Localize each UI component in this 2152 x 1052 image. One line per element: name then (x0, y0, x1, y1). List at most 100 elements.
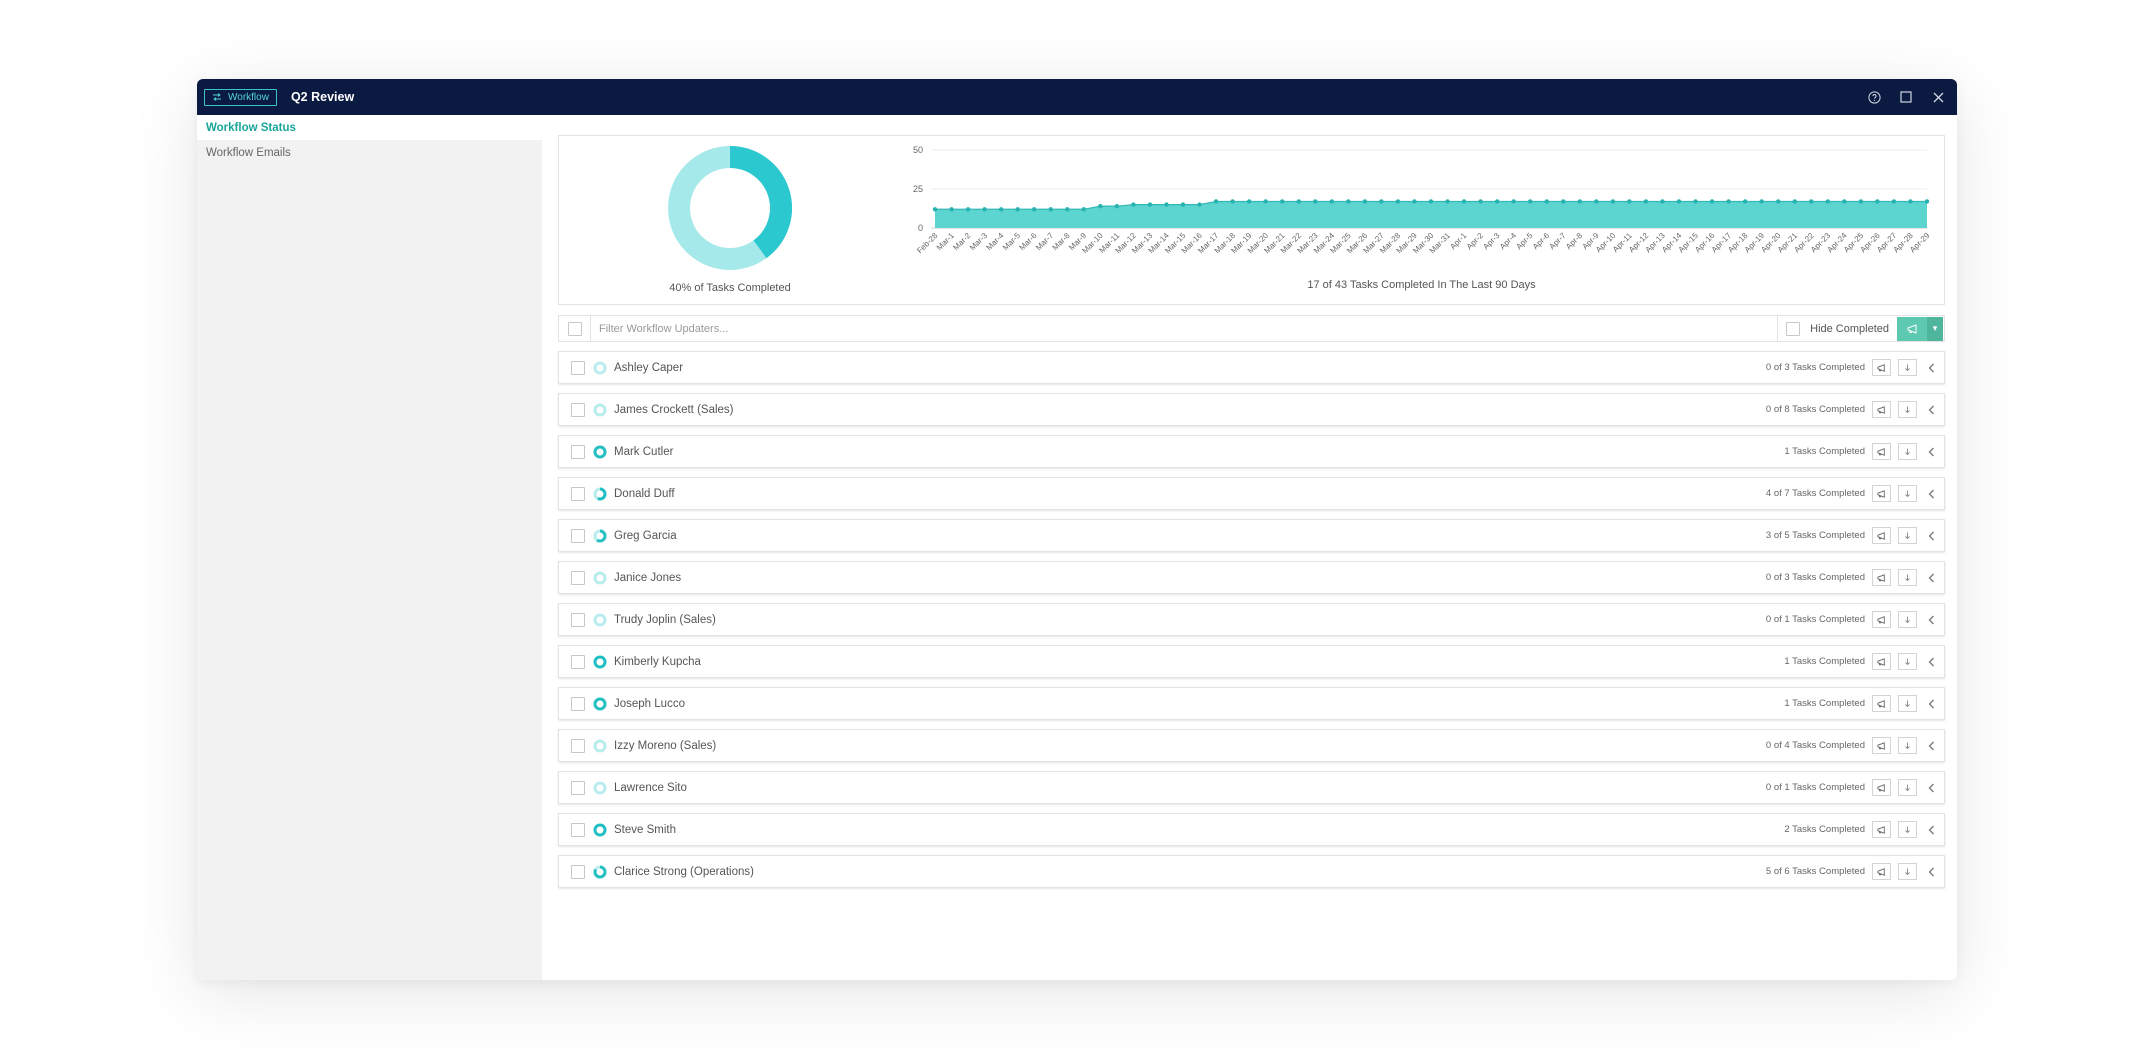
chevron-left-icon[interactable] (1924, 737, 1938, 754)
send-icon (1877, 573, 1885, 582)
sidebar: Workflow Status Workflow Emails (197, 115, 542, 980)
data-point (1065, 207, 1070, 212)
send-reminder-button[interactable] (1872, 737, 1891, 754)
send-reminder-button[interactable] (1872, 863, 1891, 880)
download-button[interactable] (1898, 443, 1917, 460)
chevron-left-icon[interactable] (1924, 359, 1938, 376)
row-checkbox[interactable] (571, 612, 585, 627)
send-reminder-button[interactable] (1872, 695, 1891, 712)
user-row[interactable]: Mark Cutler 1 Tasks Completed (558, 435, 1945, 468)
user-row[interactable]: Clarice Strong (Operations) 5 of 6 Tasks … (558, 855, 1945, 888)
chevron-left-icon[interactable] (1924, 443, 1938, 460)
row-checkbox[interactable] (571, 528, 585, 543)
download-button[interactable] (1898, 401, 1917, 418)
data-point (1015, 207, 1020, 212)
send-reminder-button[interactable] (1872, 569, 1891, 586)
data-point (1329, 199, 1334, 204)
data-point (1197, 202, 1202, 207)
send-icon (1907, 323, 1916, 334)
tasks-count: 2 Tasks Completed (1784, 824, 1865, 835)
send-reminder-button[interactable] (1872, 443, 1891, 460)
user-row[interactable]: Kimberly Kupcha 1 Tasks Completed (558, 645, 1945, 678)
user-row[interactable]: Ashley Caper 0 of 3 Tasks Completed (558, 351, 1945, 384)
close-icon[interactable] (1931, 90, 1945, 104)
sidebar-item-workflow-status[interactable]: Workflow Status (197, 115, 542, 140)
row-checkbox[interactable] (571, 696, 585, 711)
user-row[interactable]: Donald Duff 4 of 7 Tasks Completed (558, 477, 1945, 510)
send-reminder-button[interactable] (1872, 401, 1891, 418)
user-row[interactable]: Greg Garcia 3 of 5 Tasks Completed (558, 519, 1945, 552)
send-options-dropdown[interactable]: ▾ (1927, 316, 1943, 341)
download-button[interactable] (1898, 527, 1917, 544)
chevron-left-icon[interactable] (1924, 527, 1938, 544)
x-tick-label: Apr-4 (1498, 231, 1519, 252)
download-button[interactable] (1898, 569, 1917, 586)
send-reminder-button[interactable] (1872, 527, 1891, 544)
chevron-left-icon[interactable] (1924, 821, 1938, 838)
chevron-left-icon[interactable] (1924, 779, 1938, 796)
user-row[interactable]: Steve Smith 2 Tasks Completed (558, 813, 1945, 846)
send-reminder-button[interactable] (1872, 611, 1891, 628)
data-point (1643, 199, 1649, 204)
download-button[interactable] (1898, 779, 1917, 796)
user-row[interactable]: Joseph Lucco 1 Tasks Completed (558, 687, 1945, 720)
send-reminder-button[interactable] (1872, 821, 1891, 838)
tasks-count: 5 of 6 Tasks Completed (1765, 866, 1865, 877)
send-reminder-button[interactable] (1872, 779, 1891, 796)
maximize-icon[interactable] (1899, 90, 1913, 104)
user-row[interactable]: Janice Jones 0 of 3 Tasks Completed (558, 561, 1945, 594)
row-checkbox[interactable] (571, 654, 585, 669)
send-reminder-button[interactable] (1872, 359, 1891, 376)
row-checkbox[interactable] (571, 402, 585, 417)
help-icon[interactable] (1867, 90, 1881, 104)
chevron-left-icon[interactable] (1924, 695, 1938, 712)
download-button[interactable] (1898, 653, 1917, 670)
sidebar-item-workflow-emails[interactable]: Workflow Emails (197, 140, 542, 166)
select-all-wrapper (559, 316, 591, 341)
data-point (1676, 199, 1682, 204)
user-row[interactable]: Trudy Joplin (Sales) 0 of 1 Tasks Complet… (558, 603, 1945, 636)
progress-ring-icon (593, 571, 607, 584)
user-row[interactable]: James Crockett (Sales) 0 of 8 Tasks Compl… (558, 393, 1945, 426)
chevron-left-icon[interactable] (1924, 863, 1938, 880)
workflow-badge-label: Workflow (228, 91, 269, 103)
hide-completed-toggle[interactable]: Hide Completed (1777, 316, 1897, 341)
row-checkbox[interactable] (571, 570, 585, 585)
row-checkbox[interactable] (571, 486, 585, 501)
row-checkbox[interactable] (571, 444, 585, 459)
chevron-left-icon[interactable] (1924, 485, 1938, 502)
filter-input[interactable] (591, 316, 1778, 341)
select-all-checkbox[interactable] (567, 321, 582, 336)
data-point (1610, 199, 1616, 204)
send-reminder-button[interactable] (1897, 316, 1927, 341)
download-button[interactable] (1898, 863, 1917, 880)
row-checkbox[interactable] (571, 822, 585, 837)
data-point (1693, 199, 1698, 204)
row-checkbox[interactable] (571, 864, 585, 879)
download-button[interactable] (1898, 611, 1917, 628)
chevron-left-icon[interactable] (1924, 401, 1938, 418)
download-button[interactable] (1898, 695, 1917, 712)
row-checkbox[interactable] (571, 360, 585, 375)
chevron-left-icon[interactable] (1924, 611, 1938, 628)
user-row[interactable]: Lawrence Sito 0 of 1 Tasks Completed (558, 771, 1945, 804)
download-button[interactable] (1898, 485, 1917, 502)
send-reminder-button[interactable] (1872, 653, 1891, 670)
progress-ring-icon (593, 823, 607, 836)
hide-completed-checkbox[interactable] (1786, 321, 1801, 336)
download-button[interactable] (1898, 821, 1917, 838)
data-point (1263, 199, 1268, 204)
send-reminder-button[interactable] (1872, 485, 1891, 502)
data-point (1594, 199, 1599, 204)
download-button[interactable] (1898, 737, 1917, 754)
data-point (1114, 203, 1120, 209)
row-checkbox[interactable] (571, 738, 585, 753)
download-icon (1905, 784, 1910, 791)
chevron-left-icon[interactable] (1924, 653, 1938, 670)
progress-ring-icon (593, 865, 607, 878)
workflow-badge[interactable]: Workflow (204, 88, 277, 106)
user-row[interactable]: Izzy Moreno (Sales) 0 of 4 Tasks Complete… (558, 729, 1945, 762)
download-button[interactable] (1898, 359, 1917, 376)
chevron-left-icon[interactable] (1924, 569, 1938, 586)
row-checkbox[interactable] (571, 780, 585, 795)
